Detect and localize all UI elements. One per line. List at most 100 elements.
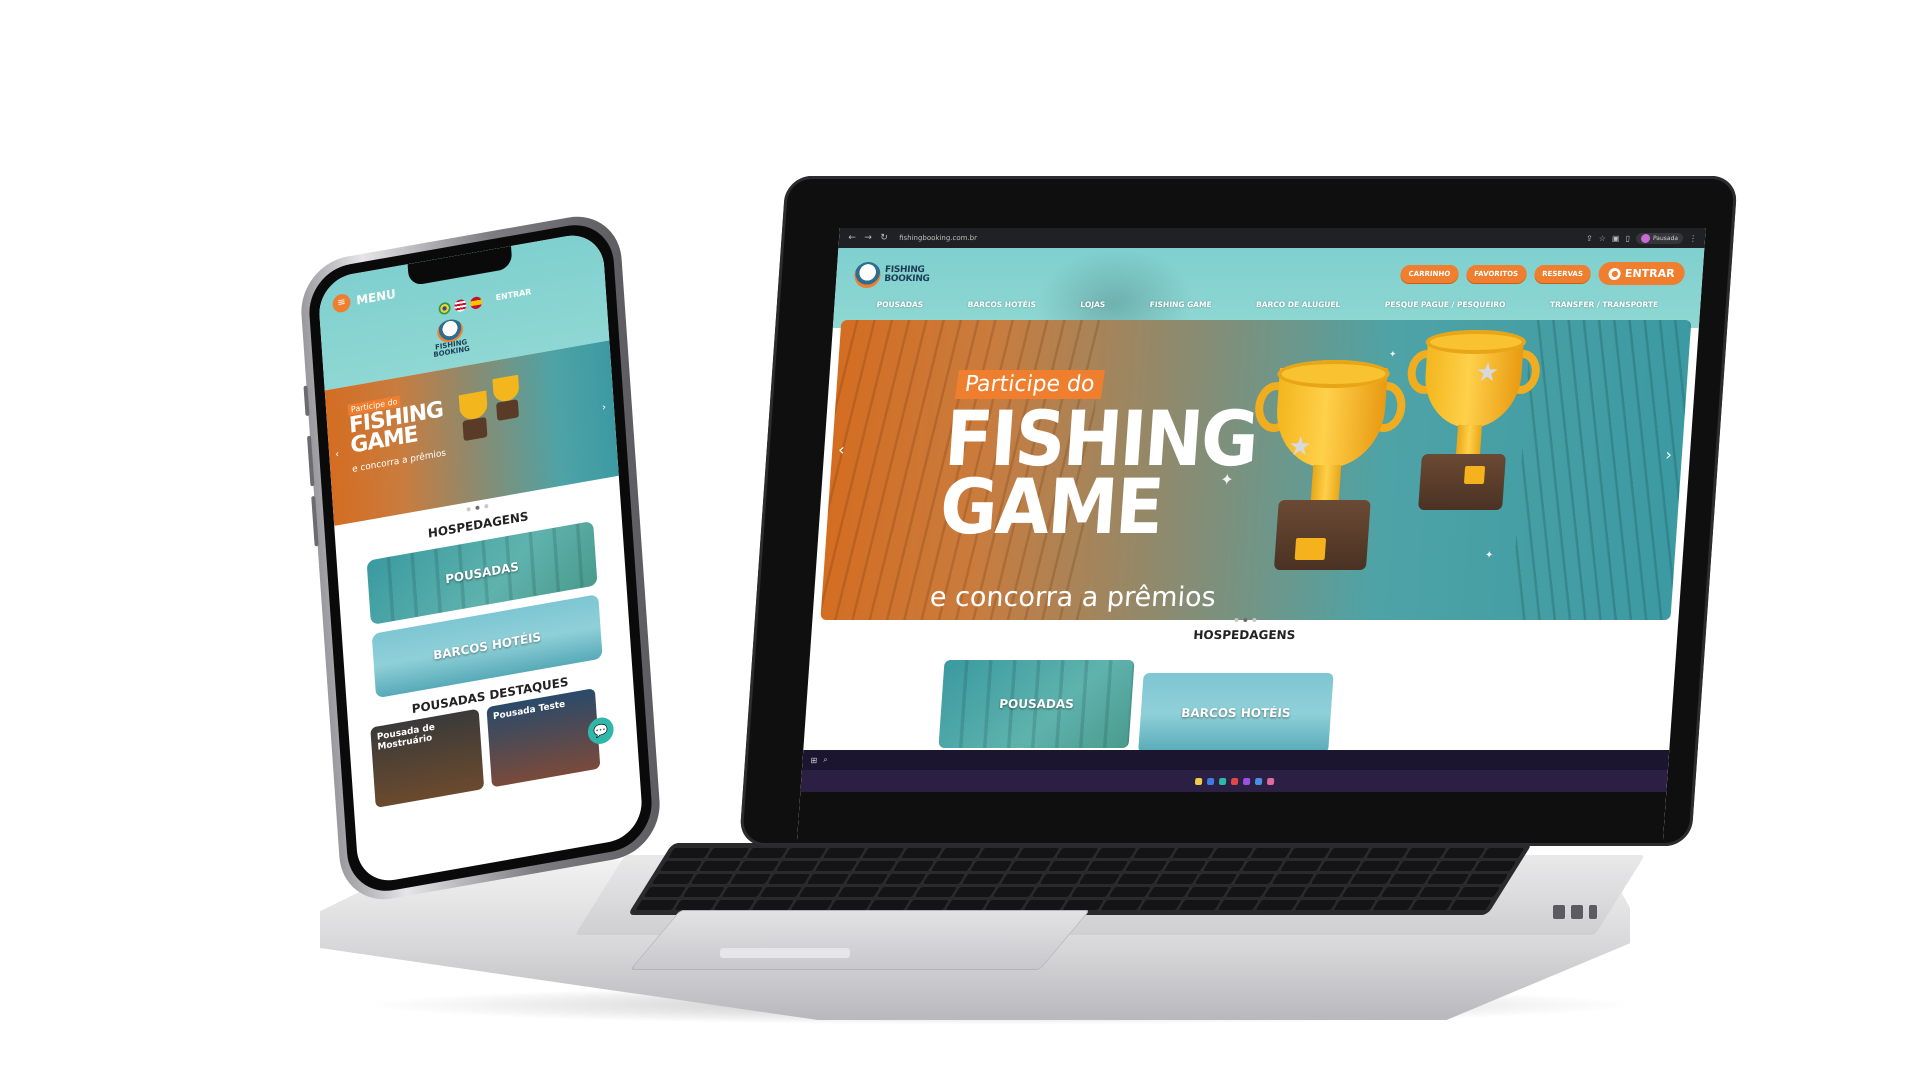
share-icon[interactable]: ⇪ [1586, 234, 1593, 243]
category-card-barcos-hoteis[interactable]: BARCOS HOTÉIS [1138, 673, 1334, 753]
audio-port [1589, 905, 1597, 919]
keyboard-key [884, 874, 927, 884]
trophy-icon [489, 374, 524, 426]
keyboard-key [1302, 887, 1345, 897]
back-arrow-icon[interactable]: ← [847, 233, 858, 243]
app-icon[interactable] [1266, 777, 1274, 785]
kebab-menu-icon[interactable]: ⋮ [1689, 234, 1698, 243]
browser-toolbar: ← → ↻ fishingbooking.com.br ⇪ ☆ ▣ ▯ Paus… [838, 228, 1706, 248]
carousel-next-icon[interactable]: › [1665, 445, 1673, 464]
trophy-base [462, 416, 488, 442]
nav-item-barcos-hoteis[interactable]: BARCOS HOTÉIS [967, 300, 1036, 309]
windows-taskbar: ⊞ ⌕ [801, 750, 1670, 770]
profile-label: Pausada [1652, 234, 1679, 242]
spain-flag-icon[interactable] [469, 295, 483, 310]
keyboard-key [1341, 887, 1384, 897]
phone-logo[interactable]: FISHING BOOKING [430, 316, 472, 359]
menu-label[interactable]: MENU [356, 287, 396, 308]
keyboard-key [1202, 861, 1245, 871]
sidebar-icon[interactable]: ▯ [1625, 234, 1630, 243]
folder-icon[interactable] [1194, 777, 1202, 785]
star-icon[interactable]: ☆ [1599, 234, 1607, 243]
keyboard-key [729, 874, 772, 884]
phone-device: ≡ MENU ENTRAR FISHING BOOKING Participe … [298, 208, 678, 908]
laptop-side-ports [1553, 905, 1623, 925]
keyboard-key [1280, 861, 1323, 871]
keyboard-key [939, 848, 982, 858]
keyboard-key [984, 900, 1027, 910]
reservations-button[interactable]: RESERVAS [1533, 264, 1592, 283]
app-icon[interactable] [1230, 777, 1238, 785]
keyboard-key [1474, 861, 1517, 871]
carousel-dot[interactable] [1234, 618, 1239, 622]
keyboard-key [1109, 887, 1152, 897]
hero-title: FISHING GAME [937, 394, 1260, 551]
keyboard-key [1155, 874, 1198, 884]
site-logo[interactable]: FISHING BOOKING [853, 262, 930, 288]
reload-icon[interactable]: ↻ [879, 233, 890, 243]
logo-text: FISHING BOOKING [883, 265, 930, 284]
carousel-prev-icon[interactable]: ‹ [335, 449, 340, 461]
carousel-dot-active[interactable] [1243, 618, 1248, 622]
featured-card-title: Pousada de Mostruário [376, 722, 436, 753]
usa-flag-icon[interactable] [454, 298, 467, 313]
carousel-dot-active[interactable] [474, 505, 480, 511]
keyboard-key [1062, 900, 1105, 910]
keyboard-key [1100, 900, 1143, 910]
nav-item-lojas[interactable]: LOJAS [1080, 300, 1106, 309]
keyboard-key [1241, 861, 1284, 871]
carousel-dot[interactable] [1252, 618, 1257, 622]
search-icon[interactable]: ⌕ [823, 755, 828, 765]
keyboard-key [1419, 887, 1462, 897]
star-icon: ★ [1287, 432, 1313, 462]
login-label: ENTRAR [1624, 267, 1676, 280]
keyboard-key [1319, 861, 1362, 871]
nav-item-fishing-game[interactable]: FISHING GAME [1149, 300, 1212, 309]
hamburger-menu-icon[interactable]: ≡ [332, 292, 352, 314]
keyboard-key [1217, 900, 1260, 910]
keyboard-key [931, 861, 974, 871]
brazil-flag-icon[interactable] [438, 301, 451, 316]
app-icon[interactable] [1254, 777, 1262, 785]
keyboard-key [1327, 848, 1370, 858]
hero-title-line2: GAME [937, 462, 1165, 551]
extensions-icon[interactable]: ▣ [1612, 234, 1620, 243]
carousel-prev-icon[interactable]: ‹ [838, 440, 846, 459]
nav-item-pesque-pague[interactable]: PESQUE PAGUE / PESQUEIRO [1384, 300, 1505, 309]
nav-item-transfer[interactable]: TRANSFER / TRANSPORTE [1550, 300, 1659, 309]
nav-item-pousadas[interactable]: POUSADAS [876, 300, 923, 309]
profile-chip[interactable]: Pausada [1635, 232, 1684, 244]
cart-button[interactable]: CARRINHO [1399, 264, 1459, 283]
keyboard-key [798, 887, 841, 897]
keyboard-key [806, 874, 849, 884]
nav-item-barco-aluguel[interactable]: BARCO DE ALUGUEL [1256, 300, 1341, 309]
favorites-button[interactable]: FAVORITOS [1465, 264, 1527, 283]
forward-arrow-icon[interactable]: → [863, 233, 874, 243]
keyboard-key [1000, 874, 1043, 884]
keyboard-key [1380, 887, 1423, 897]
category-label: BARCOS HOTÉIS [432, 629, 542, 663]
featured-card[interactable]: Pousada Teste [486, 688, 601, 788]
carousel-dot[interactable] [466, 507, 471, 512]
hero-subtitle: e concorra a prêmios [928, 582, 1217, 613]
address-bar[interactable]: fishingbooking.com.br [899, 234, 1581, 242]
phone-login-button[interactable]: ENTRAR [495, 287, 531, 302]
keyboard-key [953, 887, 996, 897]
edge-icon[interactable] [1218, 777, 1226, 785]
keyboard-key [751, 900, 794, 910]
sparkle-icon: ✦ [1484, 550, 1494, 561]
carousel-next-icon[interactable]: › [602, 402, 607, 414]
category-card-pousadas[interactable]: POUSADAS [938, 660, 1135, 748]
keyboard-key [907, 900, 950, 910]
keyboard-key [682, 887, 725, 897]
keyboard-key [992, 887, 1035, 897]
phone-screen: ≡ MENU ENTRAR FISHING BOOKING Participe … [317, 229, 644, 887]
login-button[interactable]: ● ENTRAR [1598, 262, 1686, 285]
hero-banner[interactable]: ‹ › Participe do FISHING GAME e concorra… [820, 320, 1692, 620]
keyboard-key [1457, 887, 1501, 897]
app-icon[interactable] [1242, 777, 1250, 785]
windows-start-icon[interactable]: ⊞ [810, 756, 817, 765]
browser-icon[interactable] [1206, 777, 1214, 785]
featured-card[interactable]: Pousada de Mostruário [370, 708, 485, 808]
carousel-dot[interactable] [483, 503, 488, 509]
